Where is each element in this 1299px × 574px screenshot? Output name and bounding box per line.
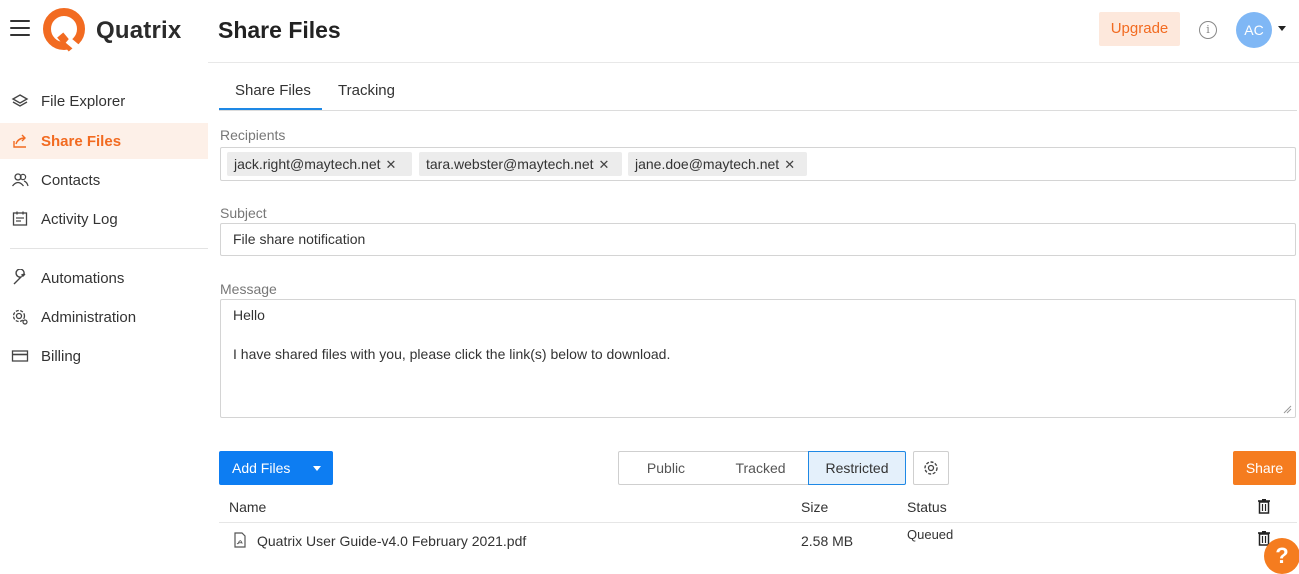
- message-line: I have shared files with you, please cli…: [233, 346, 671, 362]
- subject-label: Subject: [220, 205, 267, 221]
- tabs-divider: [219, 110, 1297, 111]
- access-public-button[interactable]: Public: [618, 451, 714, 485]
- close-icon[interactable]: ✕: [386, 157, 397, 172]
- sidebar-item-label: Activity Log: [41, 210, 118, 228]
- close-icon[interactable]: ✕: [599, 157, 610, 172]
- resize-handle-icon[interactable]: [1282, 404, 1292, 414]
- tab-share-files[interactable]: Share Files: [235, 82, 311, 99]
- help-button[interactable]: ?: [1264, 538, 1299, 574]
- subject-value: File share notification: [233, 231, 366, 247]
- column-header-status[interactable]: Status: [907, 499, 947, 515]
- header-divider: [208, 62, 1299, 63]
- gear-icon: [10, 307, 30, 327]
- recipient-email: jack.right@maytech.net: [234, 156, 381, 172]
- recipients-label: Recipients: [220, 127, 286, 143]
- chevron-down-icon[interactable]: [1278, 26, 1286, 31]
- file-status: Queued: [907, 527, 954, 542]
- sidebar-item-activity-log[interactable]: Activity Log: [0, 201, 208, 237]
- trash-icon[interactable]: [1257, 498, 1271, 514]
- upgrade-button[interactable]: Upgrade: [1099, 12, 1180, 46]
- sidebar-divider: [10, 248, 208, 249]
- avatar[interactable]: AC: [1236, 12, 1272, 48]
- info-icon[interactable]: i: [1199, 21, 1217, 39]
- tab-tracking[interactable]: Tracking: [338, 82, 395, 99]
- file-size: 2.58 MB: [801, 533, 854, 549]
- add-files-label: Add Files: [232, 460, 291, 476]
- activity-log-icon: [10, 209, 30, 229]
- recipient-chip: jack.right@maytech.net ✕: [227, 152, 412, 176]
- sidebar-item-label: Contacts: [41, 171, 101, 189]
- sidebar-item-share-files[interactable]: Share Files: [0, 123, 208, 159]
- sidebar-item-administration[interactable]: Administration: [0, 299, 208, 335]
- subject-field[interactable]: [220, 223, 1296, 256]
- sidebar-item-contacts[interactable]: Contacts: [0, 162, 208, 198]
- gear-icon: [924, 461, 938, 475]
- file-name[interactable]: Quatrix User Guide-v4.0 February 2021.pd…: [257, 533, 526, 549]
- column-header-name[interactable]: Name: [229, 499, 266, 515]
- sidebar-item-automations[interactable]: Automations: [0, 260, 208, 296]
- sidebar-item-label: Billing: [41, 347, 82, 365]
- sidebar-item-label: File Explorer: [41, 92, 126, 110]
- sidebar-item-label: Share Files: [41, 132, 122, 150]
- access-restricted-button[interactable]: Restricted: [808, 451, 906, 485]
- layers-icon: [10, 91, 30, 111]
- share-icon: [10, 131, 30, 151]
- page-title: Share Files: [218, 17, 341, 43]
- sidebar-item-label: Administration: [41, 308, 137, 326]
- card-icon: [10, 346, 30, 366]
- column-header-size[interactable]: Size: [801, 499, 828, 515]
- wrench-icon: [10, 268, 30, 288]
- recipient-chip: tara.webster@maytech.net ✕: [419, 152, 622, 176]
- message-line: Hello: [233, 307, 265, 323]
- quatrix-logo: [43, 8, 85, 52]
- chevron-down-icon[interactable]: [313, 466, 321, 471]
- recipient-email: tara.webster@maytech.net: [426, 156, 594, 172]
- access-tracked-button[interactable]: Tracked: [713, 451, 809, 485]
- contacts-icon: [10, 170, 30, 190]
- access-settings-button[interactable]: [913, 451, 949, 485]
- brand-name: Quatrix: [96, 17, 182, 44]
- pdf-file-icon: [234, 532, 246, 548]
- menu-icon[interactable]: [10, 20, 30, 36]
- share-button[interactable]: Share: [1233, 451, 1296, 485]
- sidebar: File Explorer Share Files Contacts Activ…: [0, 63, 208, 574]
- table-divider: [219, 522, 1297, 523]
- sidebar-item-file-explorer[interactable]: File Explorer: [0, 83, 208, 119]
- close-icon[interactable]: ✕: [784, 157, 795, 172]
- sidebar-item-billing[interactable]: Billing: [0, 338, 208, 374]
- recipient-chip: jane.doe@maytech.net ✕: [628, 152, 807, 176]
- recipient-email: jane.doe@maytech.net: [635, 156, 780, 172]
- add-files-button[interactable]: Add Files: [219, 451, 333, 485]
- app-header: Quatrix Share Files Upgrade i AC: [0, 0, 1299, 63]
- sidebar-item-label: Automations: [41, 269, 125, 287]
- message-label: Message: [220, 281, 277, 297]
